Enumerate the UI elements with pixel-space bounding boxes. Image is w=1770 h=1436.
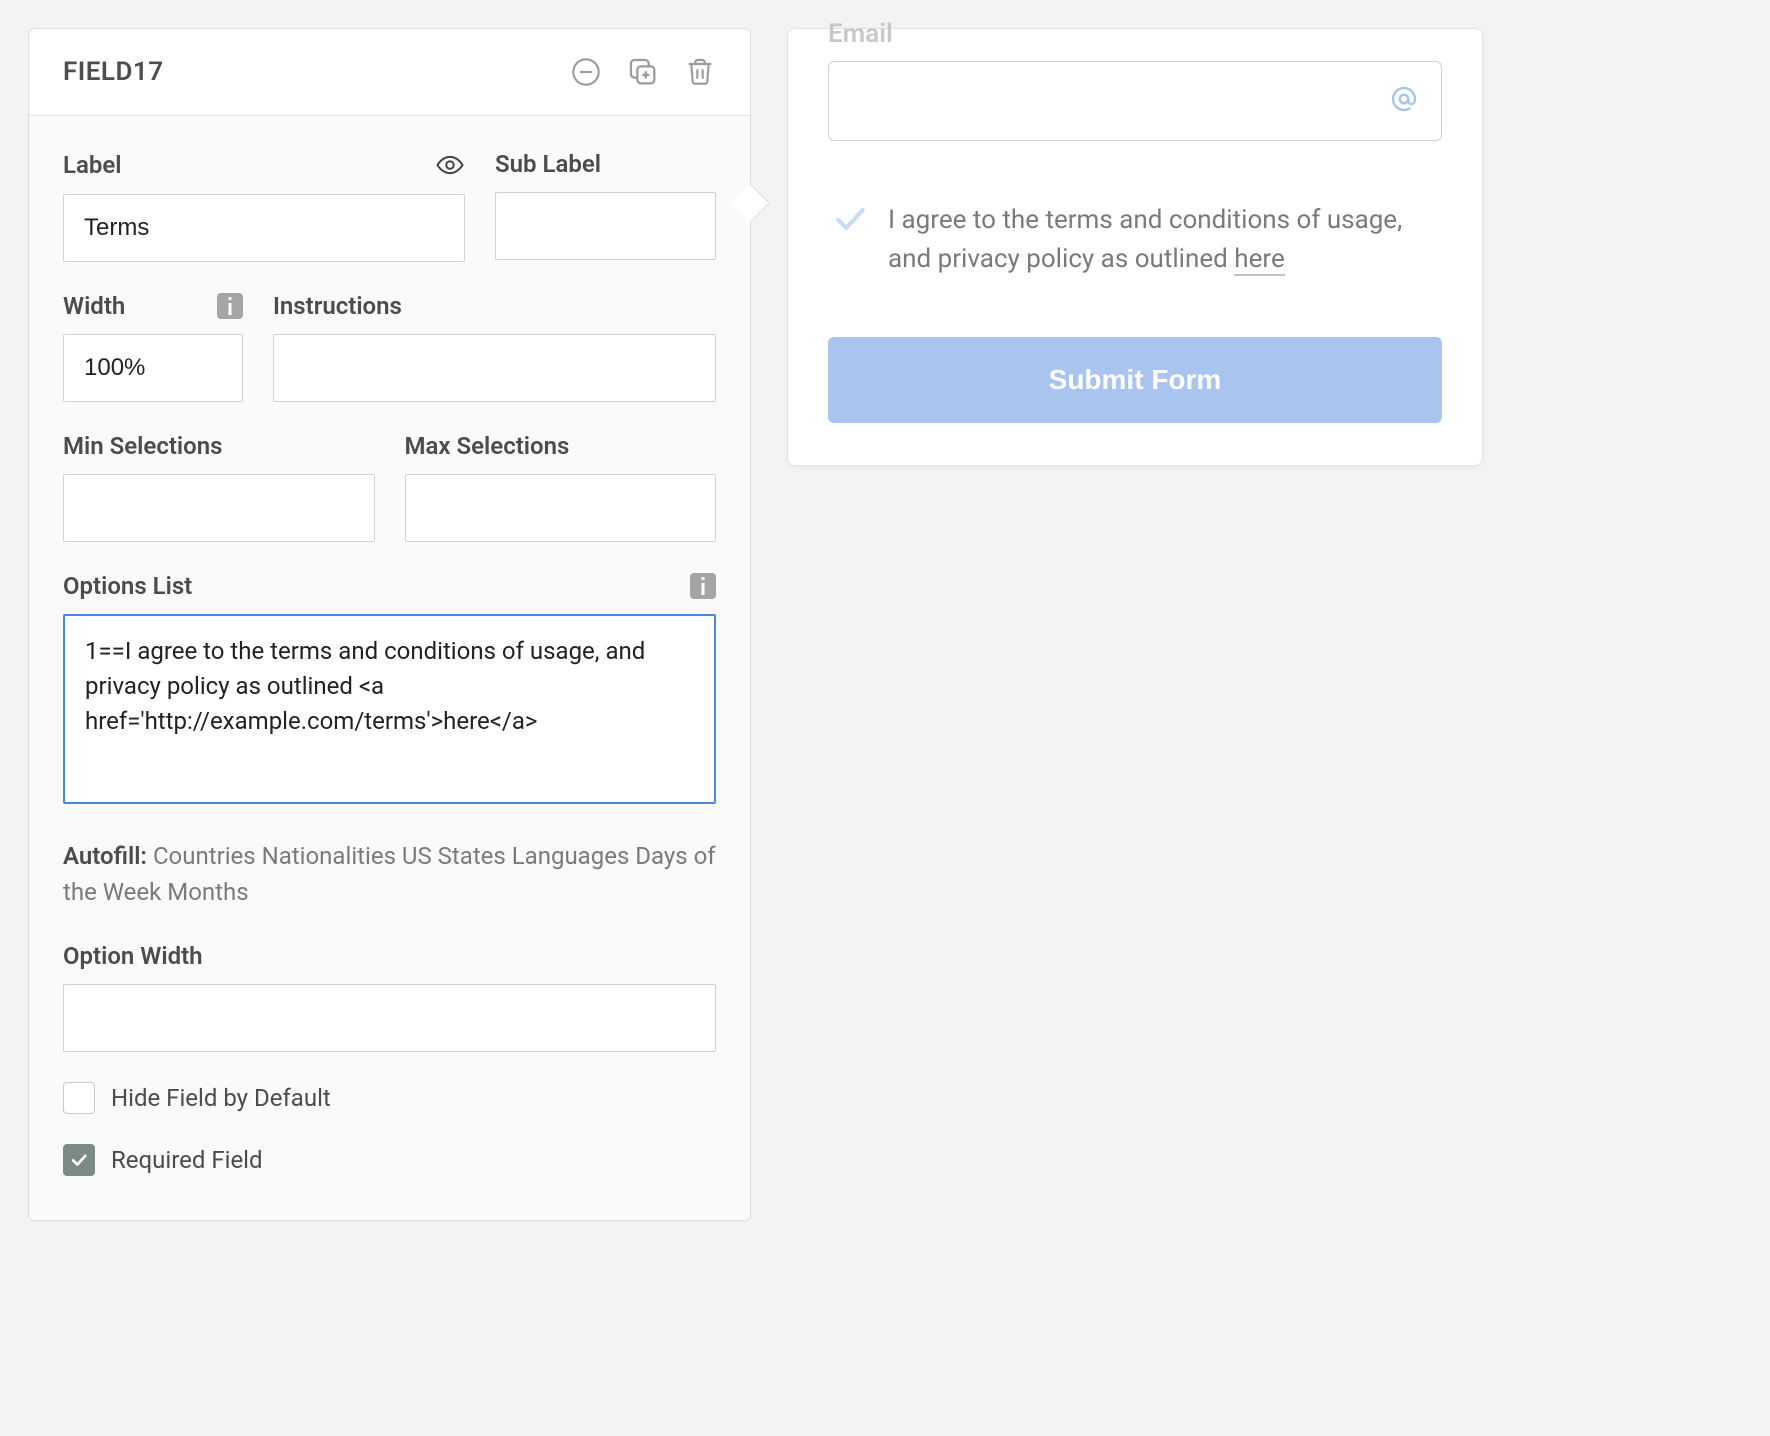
sublabel-label: Sub Label	[495, 150, 716, 178]
submit-button[interactable]: Submit Form	[828, 337, 1442, 423]
label-text-label: Label	[63, 151, 122, 179]
min-selections-label: Min Selections	[63, 432, 375, 460]
autofill-prefix: Autofill:	[63, 842, 147, 870]
preview-email-input[interactable]	[828, 61, 1442, 141]
form-preview-panel: Email I agree to the terms and condition…	[787, 28, 1483, 466]
min-selections-input[interactable]	[63, 474, 375, 542]
at-icon	[1388, 83, 1420, 119]
config-panel-header: FIELD17	[29, 29, 750, 116]
options-info-icon[interactable]	[690, 573, 716, 599]
duplicate-icon[interactable]	[626, 55, 660, 89]
autofill-options: Autofill: Countries Nationalities US Sta…	[63, 838, 716, 910]
trash-icon[interactable]	[684, 55, 716, 89]
hide-field-checkbox[interactable]	[63, 1082, 95, 1114]
autofill-items[interactable]: Countries Nationalities US States Langua…	[63, 842, 716, 906]
max-selections-label: Max Selections	[405, 432, 717, 460]
preview-terms-link[interactable]: here	[1234, 244, 1284, 276]
preview-terms-text: I agree to the terms and conditions of u…	[888, 201, 1438, 279]
required-field-checkbox[interactable]	[63, 1144, 95, 1176]
field-config-panel: FIELD17 Label	[28, 28, 751, 1221]
option-width-label: Option Width	[63, 942, 716, 970]
sublabel-input[interactable]	[495, 192, 716, 260]
preview-email-label: Email	[828, 19, 1442, 49]
instructions-label: Instructions	[273, 292, 716, 320]
options-list-textarea[interactable]	[63, 614, 716, 804]
label-input[interactable]	[63, 194, 465, 262]
field-id-title: FIELD17	[63, 57, 164, 87]
preview-terms-body: I agree to the terms and conditions of u…	[888, 205, 1402, 274]
remove-icon[interactable]	[570, 56, 602, 88]
header-icon-group	[570, 55, 716, 89]
option-width-input[interactable]	[63, 984, 716, 1052]
visibility-icon[interactable]	[435, 150, 465, 180]
width-input[interactable]	[63, 334, 243, 402]
max-selections-input[interactable]	[405, 474, 717, 542]
hide-field-label: Hide Field by Default	[111, 1084, 331, 1112]
width-label: Width	[63, 292, 125, 320]
options-list-label: Options List	[63, 572, 192, 600]
preview-terms-checkbox[interactable]	[832, 201, 868, 279]
instructions-input[interactable]	[273, 334, 716, 402]
width-info-icon[interactable]	[217, 293, 243, 319]
required-field-label: Required Field	[111, 1146, 263, 1174]
config-panel-body: Label Sub Label Width	[29, 116, 750, 1220]
preview-terms-row: I agree to the terms and conditions of u…	[828, 201, 1442, 279]
